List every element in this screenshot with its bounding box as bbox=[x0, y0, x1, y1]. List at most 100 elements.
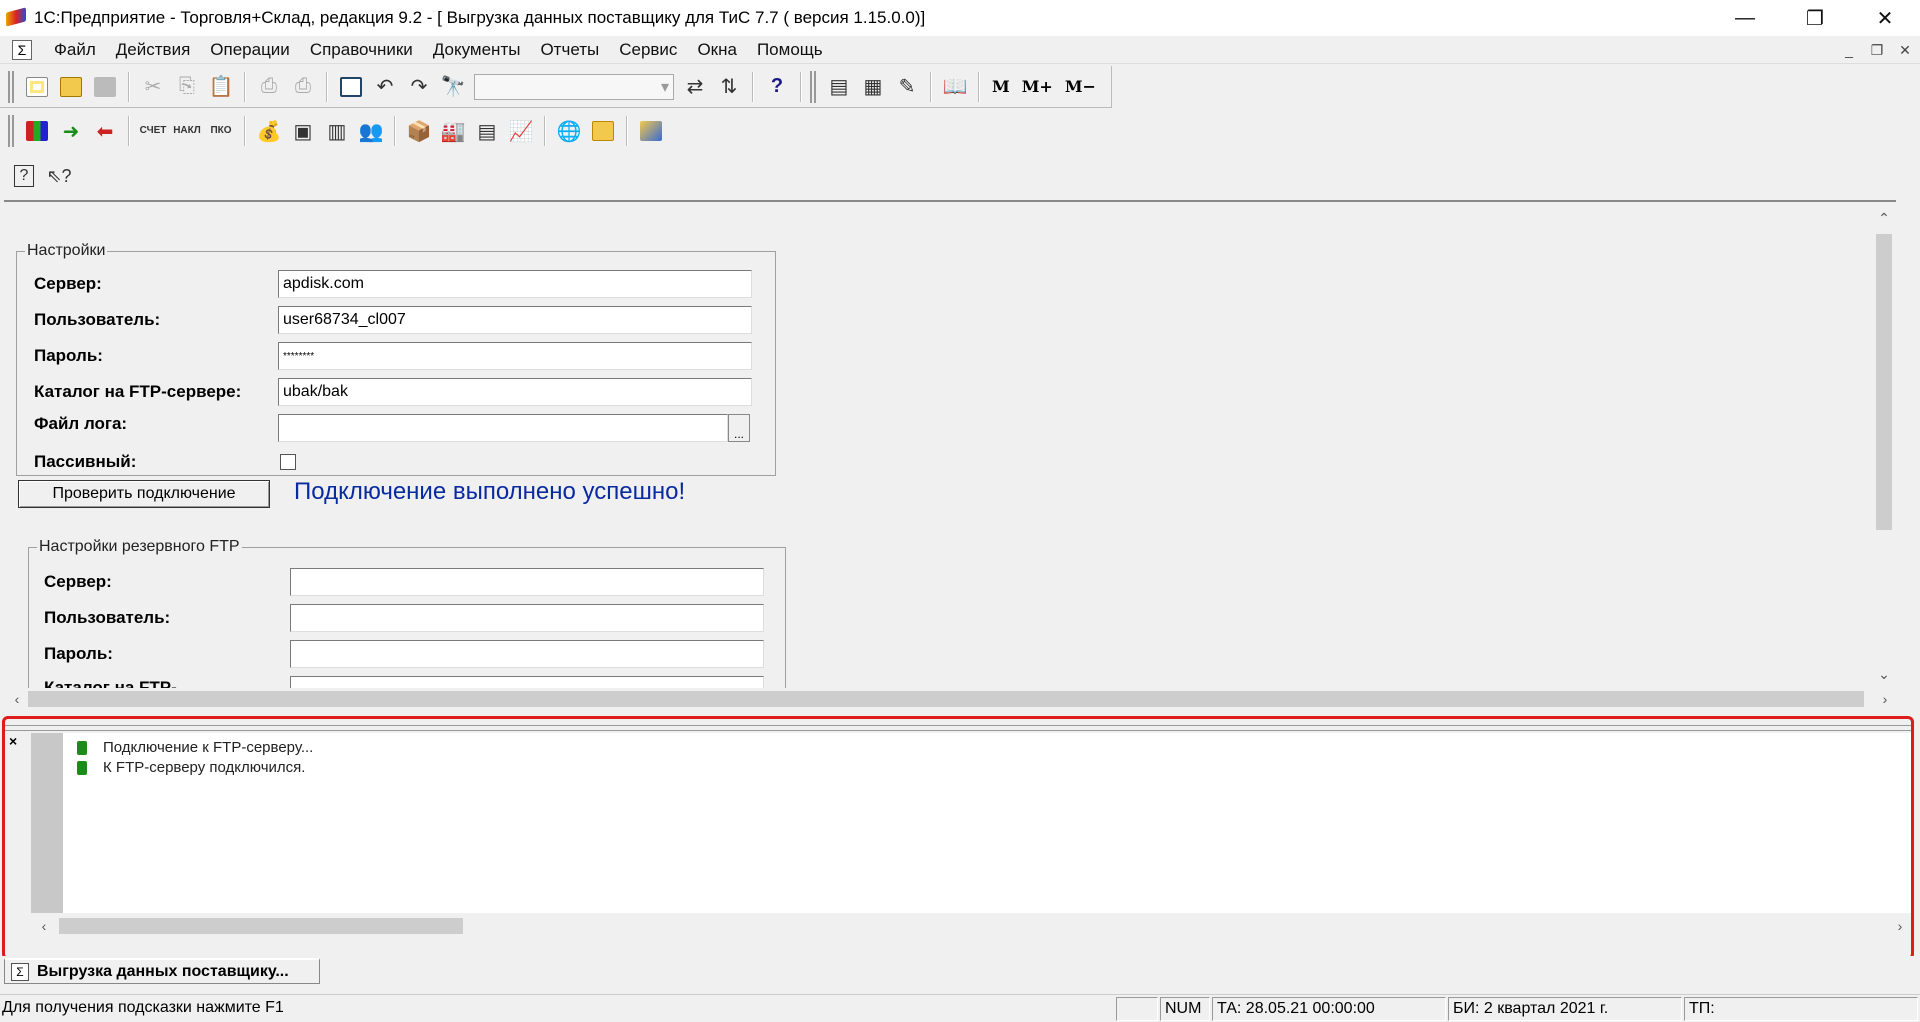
document-list-icon[interactable]: ▥ bbox=[320, 114, 354, 148]
menu-bar: Σ Файл Действия Операции Справочники Док… bbox=[0, 36, 1920, 64]
chart-icon[interactable]: 📈 bbox=[504, 114, 538, 148]
user-label: Пользователь: bbox=[34, 310, 161, 329]
toolbar-grip[interactable] bbox=[8, 70, 14, 103]
log-file-input[interactable] bbox=[278, 414, 728, 442]
form-work-area: Настройки Сервер: apdisk.com Пользовател… bbox=[4, 200, 1896, 698]
document-sigma-icon: Σ bbox=[11, 962, 29, 981]
import-icon[interactable]: ➜ bbox=[54, 114, 88, 148]
mdi-minimize-icon[interactable]: _ bbox=[1838, 40, 1860, 60]
vertical-scrollbar[interactable]: ⌃ ⌄ bbox=[1872, 202, 1896, 690]
messages-icon[interactable]: ✎ bbox=[890, 70, 924, 104]
undo-icon[interactable]: ↶ bbox=[368, 70, 402, 104]
cash-receipt-icon[interactable]: ПКО bbox=[204, 114, 238, 148]
paste-icon[interactable]: 📋 bbox=[204, 70, 238, 104]
scroll-left-icon[interactable]: ‹ bbox=[33, 915, 55, 937]
memory-m-button[interactable]: M bbox=[986, 77, 1016, 96]
vertical-scroll-thumb[interactable] bbox=[1876, 234, 1892, 530]
scroll-right-icon[interactable]: › bbox=[1874, 688, 1896, 710]
invoice-icon[interactable]: СЧЕТ bbox=[136, 114, 170, 148]
menu-documents[interactable]: Документы bbox=[423, 40, 531, 60]
print-icon[interactable]: ⎙ bbox=[252, 70, 286, 104]
calendar-icon[interactable]: ▦ bbox=[856, 70, 890, 104]
copy-icon[interactable]: ⎘ bbox=[170, 70, 204, 104]
goods-icon[interactable]: 📦 bbox=[402, 114, 436, 148]
title-bar: 1С:Предприятие - Торговля+Склад, редакци… bbox=[0, 0, 1920, 36]
mdi-window-controls: _ ❐ ✕ bbox=[1838, 40, 1916, 60]
memory-minus-button[interactable]: M− bbox=[1059, 77, 1102, 96]
menu-service[interactable]: Сервис bbox=[609, 40, 687, 60]
export-icon[interactable]: ⬅ bbox=[88, 114, 122, 148]
memory-plus-button[interactable]: M+ bbox=[1016, 77, 1059, 96]
open-folder-icon[interactable] bbox=[54, 70, 88, 104]
passive-checkbox[interactable] bbox=[280, 454, 296, 470]
users-icon[interactable]: 👥 bbox=[354, 114, 388, 148]
help-book-icon[interactable]: ? bbox=[14, 165, 34, 187]
minimize-button[interactable]: — bbox=[1710, 0, 1780, 36]
search-combo[interactable] bbox=[474, 73, 674, 100]
backup-catalog-input[interactable] bbox=[290, 676, 764, 688]
menu-references[interactable]: Справочники bbox=[300, 40, 423, 60]
horizontal-scrollbar[interactable]: ‹ › bbox=[4, 688, 1896, 710]
panel-side-controls: × bbox=[9, 733, 29, 943]
task-tab-export[interactable]: Σ Выгрузка данных поставщику... bbox=[4, 958, 320, 984]
password-input[interactable]: ******** bbox=[278, 342, 752, 370]
user-input[interactable]: user68734_cl007 bbox=[278, 306, 752, 334]
calculator-icon[interactable]: ▤ bbox=[822, 70, 856, 104]
context-help-icon[interactable]: ⇖? bbox=[42, 159, 76, 193]
browse-log-button[interactable]: ... bbox=[728, 414, 750, 442]
scroll-down-icon[interactable]: ⌄ bbox=[1872, 662, 1896, 686]
warehouse-icon[interactable]: 🏭 bbox=[436, 114, 470, 148]
menu-file[interactable]: Файл bbox=[44, 40, 106, 60]
scroll-left-icon[interactable]: ‹ bbox=[6, 688, 28, 710]
report-icon[interactable]: ▤ bbox=[470, 114, 504, 148]
toolbar-grip[interactable] bbox=[8, 115, 14, 147]
replace-icon[interactable]: ⇅ bbox=[712, 70, 746, 104]
redo-icon[interactable]: ↷ bbox=[402, 70, 436, 104]
properties-icon[interactable] bbox=[334, 70, 368, 104]
scroll-up-icon[interactable]: ⌃ bbox=[1872, 206, 1896, 230]
toolbar-separator bbox=[544, 116, 546, 146]
sync-globe-icon[interactable]: 🌐 bbox=[552, 114, 586, 148]
calendar-day-icon[interactable] bbox=[586, 114, 620, 148]
mdi-close-icon[interactable]: ✕ bbox=[1894, 40, 1916, 60]
backup-password-label: Пароль: bbox=[44, 644, 113, 663]
cash-register-icon[interactable]: ▣ bbox=[286, 114, 320, 148]
journal-book-icon[interactable]: 📖 bbox=[938, 70, 972, 104]
server-label: Сервер: bbox=[34, 274, 102, 293]
messages-scroll-thumb[interactable] bbox=[59, 918, 463, 934]
menu-actions[interactable]: Действия bbox=[106, 40, 200, 60]
backup-password-input[interactable] bbox=[290, 640, 764, 668]
find-binoculars-icon[interactable]: 🔭 bbox=[436, 70, 470, 104]
scroll-right-icon[interactable]: › bbox=[1889, 915, 1911, 937]
new-document-icon[interactable] bbox=[20, 70, 54, 104]
document-menu-icon[interactable]: Σ bbox=[12, 39, 32, 60]
menu-reports[interactable]: Отчеты bbox=[530, 40, 609, 60]
print-preview-icon[interactable]: ⎙ bbox=[286, 70, 320, 104]
waybill-icon[interactable]: НАКЛ bbox=[170, 114, 204, 148]
check-connection-button[interactable]: Проверить подключение bbox=[18, 480, 270, 508]
money-bag-icon[interactable]: 💰 bbox=[252, 114, 286, 148]
messages-horizontal-scrollbar[interactable]: ‹ › bbox=[31, 915, 1911, 937]
save-icon[interactable] bbox=[88, 70, 122, 104]
toolbar-grip[interactable] bbox=[810, 70, 816, 103]
backup-user-input[interactable] bbox=[290, 604, 764, 632]
help-question-icon[interactable]: ? bbox=[760, 70, 794, 104]
ftp-catalog-input[interactable]: ubak/bak bbox=[278, 378, 752, 406]
horizontal-scroll-thumb[interactable] bbox=[28, 691, 1864, 707]
mdi-restore-icon[interactable]: ❐ bbox=[1866, 40, 1888, 60]
restore-button[interactable]: ❐ bbox=[1780, 0, 1850, 36]
find-next-icon[interactable]: ⇄ bbox=[678, 70, 712, 104]
message-area[interactable]: Подключение к FTP-серверу... К FTP-серве… bbox=[63, 733, 1911, 913]
cut-icon[interactable]: ✂ bbox=[136, 70, 170, 104]
close-button[interactable]: ✕ bbox=[1850, 0, 1920, 36]
backup-server-input[interactable] bbox=[290, 568, 764, 596]
menu-windows[interactable]: Окна bbox=[687, 40, 747, 60]
journals-icon[interactable] bbox=[20, 114, 54, 148]
close-messages-icon[interactable]: × bbox=[9, 733, 29, 749]
status-hint: Для получения подсказки нажмите F1 bbox=[2, 999, 284, 1016]
menu-help[interactable]: Помощь bbox=[747, 40, 833, 60]
settings-picture-icon[interactable] bbox=[634, 114, 668, 148]
menu-operations[interactable]: Операции bbox=[200, 40, 300, 60]
toolbar-separator bbox=[128, 71, 130, 102]
server-input[interactable]: apdisk.com bbox=[278, 270, 752, 298]
